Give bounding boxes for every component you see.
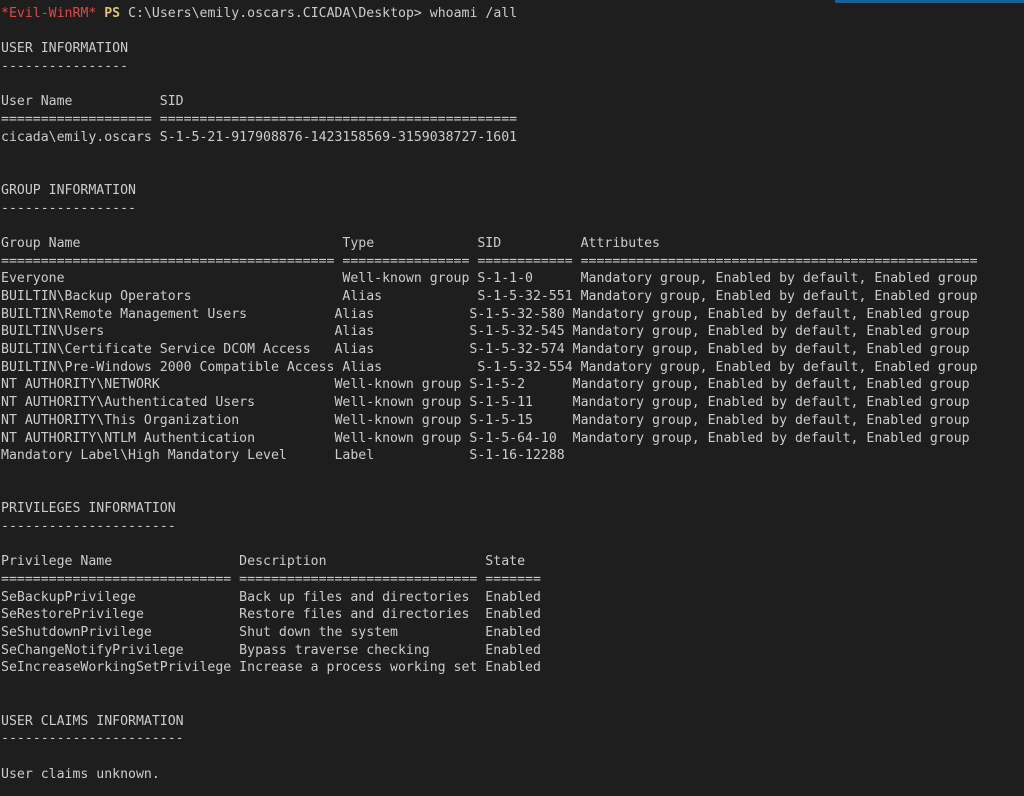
group-row: Everyone Well-known group S-1-1-0 Mandat…	[1, 271, 978, 287]
privileges-info-header: Privilege Name Description State	[1, 554, 526, 570]
group-info-header: Group Name Type SID Attributes	[1, 235, 660, 251]
prompt-path: C:\Users\emily.oscars.CICADA\Desktop>	[128, 6, 422, 21]
group-row: NT AUTHORITY\Authenticated Users Well-kn…	[1, 395, 970, 411]
active-tab-indicator	[835, 0, 1024, 3]
terminal-window[interactable]: *Evil-WinRM* PS C:\Users\emily.oscars.CI…	[0, 0, 1024, 796]
user-info-row: cicada\emily.oscars S-1-5-21-917908876-1…	[1, 129, 518, 145]
privileges-info-separator: ============================= ==========…	[1, 572, 541, 587]
group-info-title: GROUP INFORMATION	[1, 182, 136, 198]
group-row: BUILTIN\Remote Management Users Alias S-…	[1, 306, 970, 322]
claims-info-underline: -----------------------	[1, 731, 184, 747]
user-info-separator: =================== ====================…	[1, 112, 518, 128]
user-info-header: User Name SID	[1, 94, 184, 110]
group-row: NT AUTHORITY\NTLM Authentication Well-kn…	[1, 430, 970, 446]
claims-info-message: User claims unknown.	[1, 766, 160, 782]
prompt-shell: PS	[104, 6, 121, 21]
group-row: BUILTIN\Users Alias S-1-5-32-545 Mandato…	[1, 324, 970, 340]
group-row: BUILTIN\Certificate Service DCOM Access …	[1, 342, 970, 358]
group-info-underline: -----------------	[1, 200, 136, 216]
group-row: NT AUTHORITY\NETWORK Well-known group S-…	[1, 377, 970, 393]
privilege-row: SeShutdownPrivilege Shut down the system…	[1, 625, 541, 641]
privileges-info-underline: ----------------------	[1, 518, 176, 534]
group-row: BUILTIN\Pre-Windows 2000 Compatible Acce…	[1, 359, 978, 375]
privileges-info-title: PRIVILEGES INFORMATION	[1, 501, 176, 517]
group-row: BUILTIN\Backup Operators Alias S-1-5-32-…	[1, 289, 978, 304]
user-info-underline: ----------------	[1, 59, 129, 75]
group-row: Mandatory Label\High Mandatory Level Lab…	[1, 448, 565, 464]
prompt-line: *Evil-WinRM* PS C:\Users\emily.oscars.CI…	[1, 5, 1024, 23]
privilege-row: SeRestorePrivilege Restore files and dir…	[1, 607, 541, 623]
group-info-separator: ========================================…	[1, 253, 978, 269]
command-text: whoami /all	[429, 6, 518, 21]
prompt-tag: *Evil-WinRM*	[1, 6, 97, 21]
privilege-row: SeIncreaseWorkingSetPrivilege Increase a…	[1, 660, 541, 676]
claims-info-title: USER CLAIMS INFORMATION	[1, 713, 184, 729]
user-info-title: USER INFORMATION	[1, 41, 129, 57]
privilege-row: SeChangeNotifyPrivilege Bypass traverse …	[1, 642, 541, 658]
privilege-row: SeBackupPrivilege Back up files and dire…	[1, 589, 541, 605]
group-row: NT AUTHORITY\This Organization Well-know…	[1, 412, 970, 428]
